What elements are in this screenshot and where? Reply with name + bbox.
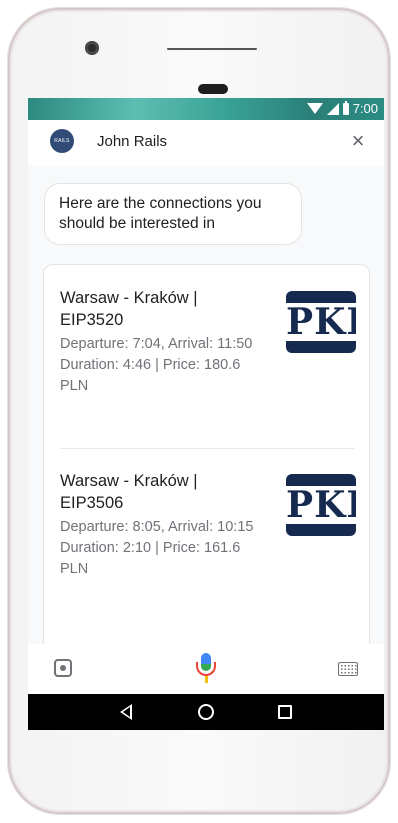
- bot-name: John Rails: [97, 133, 168, 150]
- connections-card[interactable]: Warsaw - Kraków | EIP3520 Departure: 7:0…: [43, 264, 370, 644]
- connection-details: Departure: 8:05, Arrival: 10:15 Duration…: [60, 517, 270, 580]
- bot-avatar[interactable]: RAILS: [50, 129, 74, 153]
- pkp-logo-text: PKP: [286, 484, 356, 526]
- android-nav-bar: [28, 694, 384, 730]
- assistant-input-bar: [28, 644, 384, 694]
- phone-speaker-slit: [167, 48, 257, 50]
- microphone-cup: [196, 662, 216, 676]
- close-icon[interactable]: ×: [346, 129, 370, 153]
- pkp-logo: PKP: [286, 474, 356, 536]
- connection-item[interactable]: Warsaw - Kraków | EIP3520 Departure: 7:0…: [44, 287, 369, 447]
- status-time: 7:00: [352, 101, 378, 116]
- lens-icon[interactable]: [54, 659, 72, 677]
- connection-times: Departure: 7:04, Arrival: 11:50: [60, 336, 253, 352]
- connection-item[interactable]: Warsaw - Kraków | EIP3506 Departure: 8:0…: [44, 470, 369, 630]
- microphone-stem: [205, 676, 208, 683]
- connection-details: Departure: 7:04, Arrival: 11:50 Duration…: [60, 334, 270, 397]
- home-icon[interactable]: [198, 704, 214, 720]
- bot-avatar-text: RAILS: [54, 138, 70, 144]
- connection-title: Warsaw - Kraków | EIP3520: [60, 289, 198, 329]
- battery-icon: [342, 100, 349, 115]
- connection-times: Departure: 8:05, Arrival: 10:15: [60, 519, 254, 535]
- connection-duration-price: Duration: 2:10 | Price: 161.6 PLN: [60, 540, 241, 577]
- earpiece: [198, 84, 228, 94]
- recents-icon[interactable]: [278, 705, 292, 719]
- bot-message-bubble: Here are the connections you should be i…: [44, 183, 302, 245]
- chat-area[interactable]: Here are the connections you should be i…: [28, 166, 384, 644]
- connection-divider: [60, 448, 354, 449]
- connection-title: Warsaw - Kraków | EIP3506: [60, 472, 198, 512]
- pkp-logo: PKP: [286, 291, 356, 353]
- status-bar: 7:00: [28, 98, 384, 120]
- phone-screen: 7:00 RAILS John Rails × Here are the con…: [28, 98, 384, 730]
- pkp-logo-text: PKP: [286, 301, 356, 343]
- signal-icon: [326, 102, 339, 115]
- microphone-icon[interactable]: [195, 653, 217, 685]
- front-camera: [85, 41, 99, 55]
- connection-duration-price: Duration: 4:46 | Price: 180.6 PLN: [60, 357, 241, 394]
- wifi-icon: [306, 103, 323, 114]
- keyboard-icon[interactable]: [338, 662, 358, 676]
- assistant-header: RAILS John Rails ×: [28, 120, 384, 166]
- back-icon[interactable]: [120, 704, 132, 720]
- status-icons: 7:00: [306, 100, 378, 116]
